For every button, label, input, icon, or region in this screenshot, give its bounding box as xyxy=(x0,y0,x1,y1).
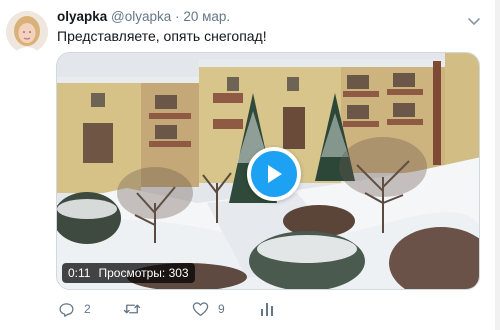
heart-icon xyxy=(192,302,209,317)
tweet-text: Представляете, опять снегопад! xyxy=(57,28,267,44)
analytics-icon xyxy=(261,303,273,316)
retweet-icon xyxy=(123,304,141,314)
reply-count: 2 xyxy=(84,302,91,316)
reply-icon xyxy=(59,302,74,317)
reply-button[interactable]: 2 xyxy=(58,299,91,319)
video-info-badge: 0:11 Просмотры: 303 xyxy=(62,263,195,283)
analytics-button[interactable] xyxy=(260,299,274,319)
header-separator: · xyxy=(175,9,180,24)
scrollbar[interactable] xyxy=(495,0,500,330)
like-count: 9 xyxy=(218,302,225,316)
author-name[interactable]: olyapka xyxy=(57,9,107,24)
tweet-date[interactable]: 20 мар. xyxy=(183,9,230,24)
tweet-header: olyapka @olyapka · 20 мар. xyxy=(57,9,230,24)
like-button[interactable]: 9 xyxy=(192,299,225,319)
retweet-button[interactable] xyxy=(123,299,150,319)
play-button[interactable] xyxy=(247,147,301,201)
video-views: Просмотры: 303 xyxy=(98,266,189,280)
video-duration: 0:11 xyxy=(68,266,91,280)
tweet-card[interactable]: olyapka @olyapka · 20 мар. Представляете… xyxy=(0,0,500,330)
action-bar: 2 9 xyxy=(0,299,500,319)
video-player[interactable]: 0:11 Просмотры: 303 xyxy=(56,52,480,290)
avatar[interactable] xyxy=(6,11,48,53)
author-handle[interactable]: @olyapka xyxy=(111,9,171,24)
chevron-down-icon[interactable] xyxy=(468,13,480,31)
play-icon xyxy=(268,165,282,183)
